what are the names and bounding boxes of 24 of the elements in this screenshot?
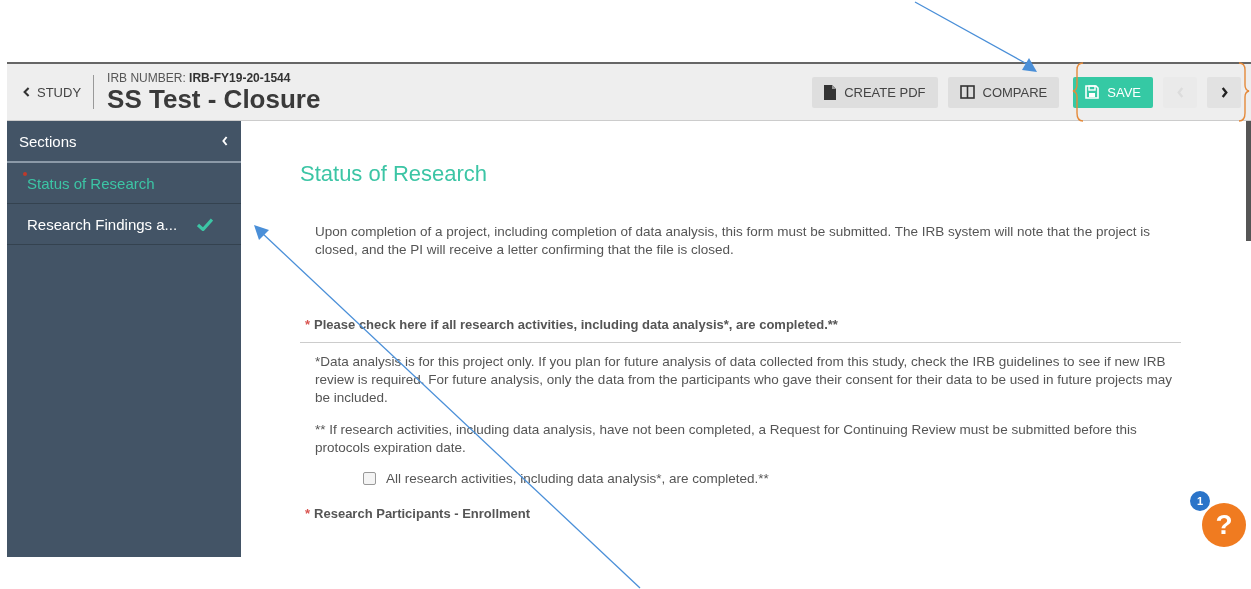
columns-icon: [959, 85, 975, 99]
create-pdf-button[interactable]: CREATE PDF: [812, 76, 938, 108]
notification-badge: 1: [1188, 489, 1212, 513]
checkbox[interactable]: [363, 472, 376, 485]
intro-text: Upon completion of a project, including completion of data analysis, this form must be submitted. The IRB system will note that the project is closed, and the PI will receive a letter confirming that the file is closed.: [315, 223, 1151, 259]
sidebar-item[interactable]: Status of Research: [7, 163, 241, 204]
sidebar-title: Sections: [19, 132, 77, 150]
checkbox-label: All research activities, including data analysis*, are completed.**: [386, 471, 769, 486]
chevron-right-icon: [1219, 85, 1229, 99]
question-label: Please check here if all research activities, including data analysis*, are completed.**: [314, 317, 838, 332]
sidebar-item[interactable]: Research Findings a...: [7, 204, 241, 245]
document-icon: [824, 84, 837, 100]
scrollbar[interactable]: [1246, 121, 1251, 241]
next-button[interactable]: [1207, 76, 1241, 108]
irb-number: IRB NUMBER: IRB-FY19-20-1544: [107, 71, 292, 85]
back-link[interactable]: STUDY: [7, 84, 94, 100]
required-asterisk: *: [305, 317, 311, 332]
page-title: SS Test - Closure: [107, 84, 321, 113]
collapse-icon[interactable]: [221, 135, 229, 147]
section-heading: Status of Research: [300, 161, 489, 187]
required-asterisk: *: [305, 506, 311, 521]
chevron-left-icon: [23, 87, 31, 97]
compare-button[interactable]: COMPARE: [947, 76, 1060, 108]
question-label: Research Participants - Enrollment: [314, 506, 531, 521]
